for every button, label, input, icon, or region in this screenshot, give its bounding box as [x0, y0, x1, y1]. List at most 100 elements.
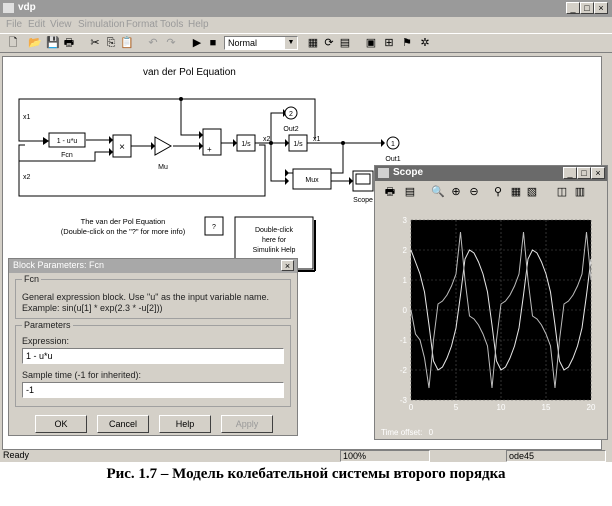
zoom-x-icon[interactable]: ⊕ [449, 186, 463, 199]
cancel-button[interactable]: Cancel [97, 415, 149, 433]
expression-input[interactable]: 1 - u*u [22, 348, 284, 364]
scope-minimize-button[interactable]: _ [563, 167, 577, 179]
help-box-line2: here for [262, 237, 287, 244]
x-tick-label: 20 [587, 403, 596, 412]
settings-icon[interactable]: ✲ [418, 37, 432, 50]
minimize-button[interactable]: _ [566, 2, 580, 14]
toolbar: 🗋 📂 💾 🖶 ✂ ⎘ 📋 ↶ ↷ ▶ ■ Normal ▼ ▦ ⟳ ▤ ▣ ⊞… [0, 33, 612, 53]
x-tick-label: 0 [409, 403, 414, 412]
restore-axes-icon[interactable]: ▧ [525, 186, 539, 199]
mu-gain-block [154, 136, 173, 156]
chevron-down-icon[interactable]: ▼ [285, 37, 297, 49]
wire-junction-dot [341, 141, 345, 145]
y-tick-label: -2 [400, 366, 408, 375]
scope-app-icon [378, 168, 389, 178]
block-parameters-dialog: Block Parameters: Fcn × Fcn General expr… [8, 258, 298, 436]
out2-label: Out2 [283, 126, 298, 133]
parameters-icon[interactable]: ▤ [403, 186, 417, 199]
dialog-close-button[interactable]: × [281, 260, 294, 271]
int1-label: 1/s [241, 141, 251, 148]
fcn-description-group: Fcn General expression block. Use "u" as… [15, 274, 291, 319]
menu-simulation[interactable]: Simulation [78, 19, 125, 30]
help-button[interactable]: Help [159, 415, 211, 433]
menu-view[interactable]: View [50, 19, 72, 30]
solver-indicator: ode45 [506, 450, 606, 462]
wire-junction-dot [179, 97, 183, 101]
x1-signal-label: x1 [313, 136, 321, 143]
undo-icon[interactable]: ↶ [146, 37, 160, 50]
floating-scope-icon[interactable]: ◫ [555, 186, 569, 199]
save-axes-icon[interactable]: ▦ [509, 186, 523, 199]
mux-label: Mux [305, 177, 319, 184]
new-file-icon[interactable]: 🗋 [6, 37, 20, 50]
parameters-group-title: Parameters [22, 320, 73, 330]
close-button[interactable]: × [594, 2, 608, 14]
mu-label: Mu [158, 164, 168, 171]
x-tick-label: 10 [497, 403, 506, 412]
figure-caption: Рис. 1.7 – Модель колебательной системы … [106, 466, 506, 482]
apply-button[interactable]: Apply [221, 415, 273, 433]
x-tick-label: 15 [542, 403, 551, 412]
library-browser-icon[interactable]: ▣ [364, 37, 378, 50]
out1-label: Out1 [385, 156, 400, 163]
scope-title: Scope [393, 167, 424, 178]
ok-button[interactable]: OK [35, 415, 87, 433]
scope-maximize-button[interactable]: □ [577, 167, 591, 179]
debug-icon[interactable]: ⚑ [400, 37, 414, 50]
start-simulation-icon[interactable]: ▶ [190, 37, 204, 50]
scope-label: Scope [353, 197, 373, 204]
cut-icon[interactable]: ✂ [88, 37, 102, 50]
fcn-group-title: Fcn [22, 274, 42, 284]
sim-mode-select[interactable]: Normal ▼ [224, 36, 298, 50]
scope-close-button[interactable]: × [591, 167, 605, 179]
status-text: Ready [3, 450, 30, 460]
parameters-group: Parameters Expression: 1 - u*u Sample ti… [15, 320, 291, 407]
time-offset-value: 0 [428, 428, 434, 437]
x1-left-label: x1 [23, 114, 31, 121]
maximize-button[interactable]: □ [580, 2, 594, 14]
menu-help[interactable]: Help [188, 19, 209, 30]
app-icon [3, 3, 14, 13]
window-title: vdp [18, 2, 36, 13]
expression-label: Expression: [22, 336, 70, 346]
autoscale-icon[interactable]: ⚲ [491, 186, 505, 199]
help-box-line3: Simulink Help [253, 247, 296, 254]
print-icon[interactable]: 🖶 [383, 186, 397, 199]
build-icon[interactable]: ▦ [306, 37, 320, 50]
stop-simulation-icon[interactable]: ■ [206, 37, 220, 50]
sim-mode-value: Normal [228, 38, 258, 48]
menu-bar: File Edit View Simulation Format Tools H… [0, 17, 612, 33]
fcn-text: 1 - u*u [57, 138, 78, 145]
scope-titlebar: Scope _ □ × [375, 166, 607, 181]
redo-icon[interactable]: ↷ [164, 37, 178, 50]
sample-time-label: Sample time (-1 for inherited): [22, 370, 142, 380]
signal-selection-icon[interactable]: ▥ [573, 186, 587, 199]
model-explorer-icon[interactable]: ⊞ [382, 37, 396, 50]
print-icon[interactable]: 🖶 [62, 37, 76, 50]
zoom-icon[interactable]: 🔍 [431, 186, 445, 199]
menu-format[interactable]: Format [126, 19, 158, 30]
model-browser-icon[interactable]: ▤ [338, 37, 352, 50]
y-tick-label: 3 [403, 216, 408, 225]
x2-signal-label: x2 [263, 136, 271, 143]
status-bar: Ready 100% ode45 [0, 450, 612, 462]
zoom-y-icon[interactable]: ⊖ [467, 186, 481, 199]
product-symbol: × [119, 142, 125, 153]
copy-icon[interactable]: ⎘ [104, 37, 118, 50]
y-tick-label: 2 [403, 246, 408, 255]
menu-file[interactable]: File [6, 19, 22, 30]
save-icon[interactable]: 💾 [46, 37, 60, 50]
help-box-line1: Double-click [255, 227, 294, 234]
scope-toolbar: 🖶 ▤ 🔍 ⊕ ⊖ ⚲ ▦ ▧ ◫ ▥ [375, 182, 607, 204]
open-folder-icon[interactable]: 📂 [28, 37, 42, 50]
y-tick-label: 0 [403, 306, 408, 315]
sum-plus: + [207, 145, 212, 154]
sample-time-input[interactable]: -1 [22, 382, 284, 398]
paste-icon[interactable]: 📋 [120, 37, 134, 50]
update-diagram-icon[interactable]: ⟳ [322, 37, 336, 50]
menu-tools[interactable]: Tools [160, 19, 183, 30]
scope-window: Scope _ □ × 🖶 ▤ 🔍 ⊕ ⊖ ⚲ ▦ ▧ ◫ ▥ 3 2 1 0 -1 -2… [374, 165, 608, 440]
menu-edit[interactable]: Edit [28, 19, 45, 30]
info-text-1: The van der Pol Equation [80, 217, 166, 226]
fcn-description-2: Example: sin(u[1] * exp(2.3 * -u[2])) [22, 303, 163, 313]
